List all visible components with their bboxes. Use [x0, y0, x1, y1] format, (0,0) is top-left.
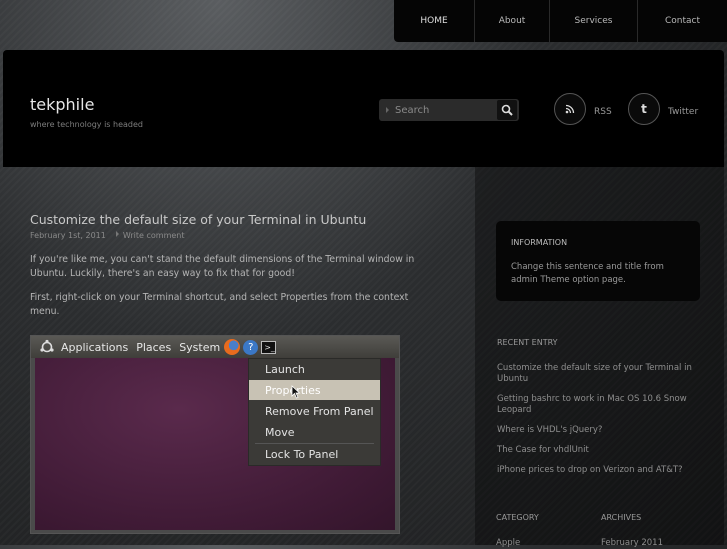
firefox-icon — [224, 339, 241, 355]
category-heading: CATEGORY — [496, 513, 539, 522]
rss-button[interactable] — [554, 93, 586, 125]
site-title[interactable]: tekphile — [30, 95, 94, 114]
recent-entry-heading: RECENT ENTRY — [497, 338, 558, 347]
ubuntu-logo-icon — [40, 339, 54, 353]
post-paragraph-1: If you're like me, you can't stand the d… — [30, 254, 415, 279]
terminal-icon: >_ — [261, 340, 277, 354]
twitter-icon: t — [641, 102, 647, 116]
menu-remove-from-panel: Remove From Panel — [265, 404, 374, 418]
search-icon — [501, 104, 513, 116]
meta-arrow-icon — [115, 231, 119, 237]
recent-entry-link[interactable]: The Case for vhdlUnit — [497, 445, 702, 456]
nav-services[interactable]: Services — [549, 0, 637, 42]
help-icon: ? — [243, 339, 259, 355]
nav-about[interactable]: About — [474, 0, 549, 42]
category-link[interactable]: Apple — [496, 538, 576, 549]
archives-heading: ARCHIVES — [601, 513, 642, 522]
panel-applications: Applications — [61, 340, 129, 354]
gnome-panel: Applications Places System ? >_ — [31, 336, 399, 358]
rss-label[interactable]: RSS — [594, 107, 612, 117]
site-tagline: where technology is headed — [30, 120, 143, 129]
site-header: tekphile where technology is headed RSS … — [3, 50, 724, 167]
menu-lock-to-panel: Lock To Panel — [265, 447, 339, 461]
post-paragraph-2: First, right-click on your Terminal shor… — [30, 292, 409, 317]
twitter-button[interactable]: t — [628, 93, 660, 125]
post-date: February 1st, 2011 — [30, 231, 106, 240]
panel-places: Places — [136, 340, 172, 354]
recent-entry-link[interactable]: Customize the default size of your Termi… — [497, 363, 702, 385]
panel-system: System — [179, 340, 221, 354]
twitter-label[interactable]: Twitter — [668, 107, 698, 117]
search-input[interactable] — [389, 99, 489, 121]
search-button[interactable] — [497, 100, 517, 120]
menu-move: Move — [265, 425, 295, 439]
info-text: Change this sentence and title from admi… — [511, 262, 664, 285]
mouse-cursor-icon — [291, 385, 301, 399]
information-widget: INFORMATION Change this sentence and tit… — [496, 221, 700, 301]
write-comment-link[interactable]: Write comment — [123, 231, 185, 240]
menu-properties: Properties — [249, 380, 380, 400]
nav-contact[interactable]: Contact — [637, 0, 727, 42]
search-box — [379, 99, 519, 121]
post-screenshot: Applications Places System ? >_ Launch P… — [30, 335, 400, 534]
top-nav: HOME About Services Contact — [394, 0, 727, 42]
post-meta: February 1st, 2011 Write comment — [30, 231, 185, 240]
info-title: INFORMATION — [511, 238, 568, 247]
archive-link[interactable]: February 2011 — [601, 538, 701, 549]
recent-entry-link[interactable]: iPhone prices to drop on Verizon and AT&… — [497, 465, 702, 476]
menu-launch: Launch — [265, 362, 305, 376]
rss-icon — [565, 104, 575, 114]
context-menu: Launch Properties Remove From Panel Move… — [248, 358, 381, 466]
recent-entry-link[interactable]: Getting bashrc to work in Mac OS 10.6 Sn… — [497, 394, 702, 416]
recent-entry-link[interactable]: Where is VHDL's jQuery? — [497, 425, 702, 436]
post-title[interactable]: Customize the default size of your Termi… — [30, 212, 366, 227]
nav-home[interactable]: HOME — [394, 0, 474, 42]
